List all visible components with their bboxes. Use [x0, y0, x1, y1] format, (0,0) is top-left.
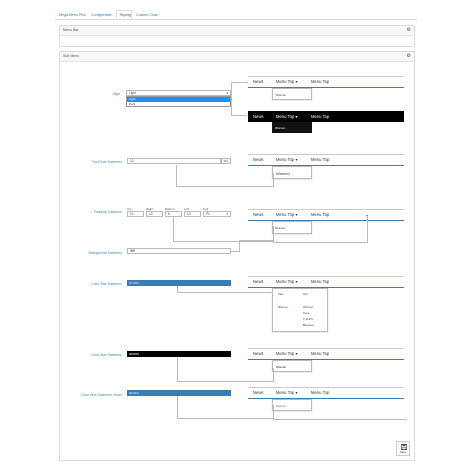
font-size-input[interactable]: 13 [127, 158, 221, 164]
preview-top-line [248, 348, 404, 349]
preview-menu-top: Menu Top ▾ [276, 390, 298, 395]
preview-top-line [248, 76, 404, 77]
save-button[interactable]: Save [396, 441, 410, 456]
style-label: Style [112, 92, 120, 96]
padding-right-input[interactable]: 10 [146, 211, 163, 217]
connector-line [177, 357, 273, 382]
connector-line [273, 418, 407, 420]
font-size-label: Font Size Submenu [92, 160, 122, 164]
padding-label: Padding Submenu [94, 210, 122, 214]
connector-line [239, 240, 274, 251]
preview-top-line [248, 276, 404, 277]
preview-light-menubar: News Menu Top ▾ Menu Top [248, 78, 404, 86]
preview-title-dropdown: Men Girl Women Women Tops T-shirts Blous… [272, 288, 328, 332]
connector-line [367, 216, 368, 242]
connector-line [273, 368, 278, 382]
preview-menu-top-plain: Menu Top [311, 157, 330, 162]
sub-menu-panel-header[interactable]: Sub Menu ⚙ [60, 52, 414, 62]
preview-fontsize-dropdown: Women [272, 166, 312, 179]
preview-menu-top: Menu Top ▾ [276, 279, 298, 284]
preview-news: News [253, 79, 264, 84]
menu-bar-panel-title: Menu Bar [63, 28, 79, 32]
preview-news: News [253, 279, 264, 284]
gear-icon[interactable]: ⚙ [407, 52, 411, 61]
connector-line [173, 217, 273, 242]
save-label: Save [399, 450, 407, 454]
color-item-label: Color Item Submenu [90, 353, 122, 357]
connector-line [176, 165, 273, 187]
style-selected-value: Light [129, 91, 136, 95]
connector-line [177, 396, 273, 419]
preview-fontsize-menubar: News Menu Top ▾ Menu Top [248, 156, 404, 164]
tab-divider [55, 18, 417, 20]
preview-menu-top: Menu Top ▾ [276, 79, 298, 84]
color-item-hover-label: Color Item Submenu Hover [80, 393, 122, 397]
menu-bar-panel: Menu Bar ⚙ [59, 25, 415, 47]
connector-line [231, 251, 240, 252]
preview-tshirts: T-shirts [303, 317, 313, 321]
padding-unit-value: Px [206, 212, 210, 216]
preview-news: News [253, 157, 264, 162]
preview-menu-top-plain: Menu Top [311, 351, 330, 356]
font-size-unit: Px [221, 158, 231, 164]
connector-line [273, 241, 368, 243]
preview-news: News [253, 113, 264, 119]
preview-menu-top-plain: Menu Top [311, 390, 330, 395]
connector-line [273, 226, 283, 242]
gear-icon[interactable]: ⚙ [407, 26, 411, 35]
preview-col-girl: Girl [303, 292, 308, 296]
connector-line [231, 93, 247, 116]
preview-women-head: Women [278, 305, 289, 309]
color-title-label: Color Title Submenu [91, 282, 122, 286]
style-option-dark[interactable]: Dark [127, 102, 230, 107]
preview-tops: Tops [303, 311, 310, 315]
preview-menu-top-plain: Menu Top [311, 113, 330, 119]
preview-hover-dropdown: Women [272, 399, 312, 411]
connector-line [273, 405, 278, 419]
preview-dark-menubar: News Menu Top ▾ Menu Top [248, 111, 404, 122]
connector-line [273, 173, 278, 187]
style-options-list: Light Dark [126, 96, 231, 107]
preview-menu-top-plain: Menu Top [311, 79, 330, 84]
preview-menu-top-plain: Menu Top [311, 279, 330, 284]
preview-top-line [248, 387, 404, 388]
preview-item-dropdown: Women [272, 360, 312, 372]
preview-title-menubar: News Menu Top ▾ Menu Top [248, 278, 404, 286]
preview-women-sub: Women [303, 305, 314, 309]
connector-line [231, 82, 247, 93]
preview-menu-top: Menu Top ▾ [276, 351, 298, 356]
preview-menu-top: Menu Top ▾ [276, 157, 298, 162]
sub-menu-panel-title: Sub Menu [63, 54, 80, 58]
padding-top-input[interactable]: 10 [127, 211, 144, 217]
preview-blouses: Blouses [303, 323, 314, 327]
preview-dark-dropdown: Women [272, 122, 312, 133]
preview-women: Women [276, 93, 287, 97]
menu-bar-panel-header[interactable]: Menu Bar ⚙ [60, 26, 414, 36]
preview-menu-top: Menu Top ▾ [276, 212, 298, 217]
preview-menu-top-plain: Menu Top [311, 212, 330, 217]
preview-light-dropdown: Women [272, 88, 312, 100]
preview-menu-top: Menu Top ▾ [276, 113, 298, 119]
preview-top-line [248, 154, 404, 155]
connector-line [177, 286, 273, 293]
preview-top-line [248, 209, 404, 210]
preview-col-men: Men [278, 292, 284, 296]
background-input[interactable]: ffffff [127, 248, 231, 254]
preview-women: Women [276, 171, 290, 176]
background-label: Background Submenu [88, 251, 122, 255]
preview-women: Women [275, 126, 286, 130]
